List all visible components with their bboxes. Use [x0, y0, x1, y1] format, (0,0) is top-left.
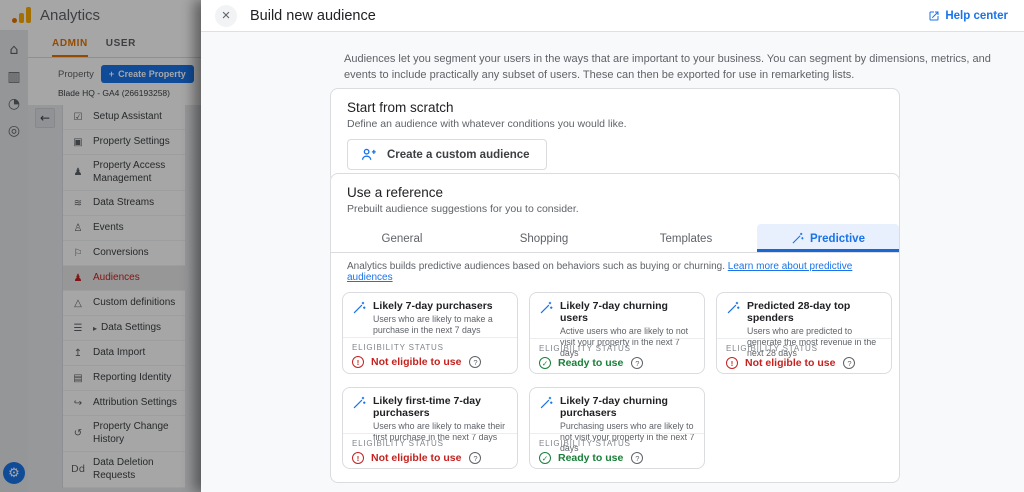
help-icon[interactable]: ?	[631, 357, 643, 369]
person-add-icon	[361, 147, 376, 162]
help-icon[interactable]: ?	[469, 452, 481, 464]
error-icon: !	[352, 356, 364, 368]
audience-card-likely-7-day-purchasers[interactable]: Likely 7-day purchasers Users who are li…	[342, 292, 518, 374]
external-link-icon	[928, 10, 940, 22]
magic-wand-icon	[352, 396, 366, 410]
status-badge: Not eligible to use	[371, 356, 461, 368]
page-title: Build new audience	[250, 8, 376, 24]
error-icon: !	[352, 452, 364, 464]
scratch-subtitle: Define an audience with whatever conditi…	[347, 118, 883, 130]
eligibility-label: ELIGIBILITY STATUS	[726, 344, 882, 353]
modal-scrim	[0, 0, 201, 492]
scratch-title: Start from scratch	[347, 100, 883, 115]
close-icon[interactable]: ×	[215, 5, 237, 27]
status-badge: Ready to use	[558, 357, 623, 369]
eligibility-label: ELIGIBILITY STATUS	[539, 344, 695, 353]
check-icon: ✓	[539, 452, 551, 464]
check-icon: ✓	[539, 357, 551, 369]
start-from-scratch-card: Start from scratch Define an audience wi…	[330, 88, 900, 184]
magic-wand-icon	[539, 396, 553, 410]
audience-card-predicted-28-day-top-spenders[interactable]: Predicted 28-day top spenders Users who …	[716, 292, 892, 374]
predictive-note: Analytics builds predictive audiences ba…	[331, 253, 899, 283]
status-badge: Ready to use	[558, 452, 623, 464]
help-center-link[interactable]: Help center	[928, 10, 1008, 22]
help-icon[interactable]: ?	[843, 357, 855, 369]
help-icon[interactable]: ?	[631, 452, 643, 464]
magic-wand-icon	[726, 301, 740, 315]
audience-card-likely-first-time-7-day-purchasers[interactable]: Likely first-time 7-day purchasers Users…	[342, 387, 518, 469]
status-badge: Not eligible to use	[371, 452, 461, 464]
build-audience-overlay: × Build new audience Help center Audienc…	[201, 0, 1024, 492]
magic-wand-icon	[352, 301, 366, 315]
create-custom-audience-button[interactable]: Create a custom audience	[347, 139, 547, 170]
eligibility-label: ELIGIBILITY STATUS	[539, 439, 695, 448]
eligibility-label: ELIGIBILITY STATUS	[352, 343, 508, 352]
help-icon[interactable]: ?	[469, 356, 481, 368]
use-a-reference-card: Use a reference Prebuilt audience sugges…	[330, 173, 900, 483]
status-badge: Not eligible to use	[745, 357, 835, 369]
magic-wand-icon	[791, 232, 804, 245]
reference-tabs: General Shopping Templates Predictive	[331, 224, 899, 253]
tab-general[interactable]: General	[331, 224, 473, 252]
tab-shopping[interactable]: Shopping	[473, 224, 615, 252]
predictive-cards-grid: Likely 7-day purchasers Users who are li…	[331, 283, 899, 469]
tab-templates[interactable]: Templates	[615, 224, 757, 252]
magic-wand-icon	[539, 301, 553, 315]
reference-title: Use a reference	[347, 185, 883, 200]
eligibility-label: ELIGIBILITY STATUS	[352, 439, 508, 448]
audience-card-likely-7-day-churning-purchasers[interactable]: Likely 7-day churning purchasers Purchas…	[529, 387, 705, 469]
reference-subtitle: Prebuilt audience suggestions for you to…	[347, 203, 883, 215]
audience-card-likely-7-day-churning-users[interactable]: Likely 7-day churning users Active users…	[529, 292, 705, 374]
overlay-header: × Build new audience Help center	[201, 0, 1024, 32]
error-icon: !	[726, 357, 738, 369]
tab-predictive[interactable]: Predictive	[757, 224, 899, 252]
audiences-description: Audiences let you segment your users in …	[344, 52, 1004, 84]
